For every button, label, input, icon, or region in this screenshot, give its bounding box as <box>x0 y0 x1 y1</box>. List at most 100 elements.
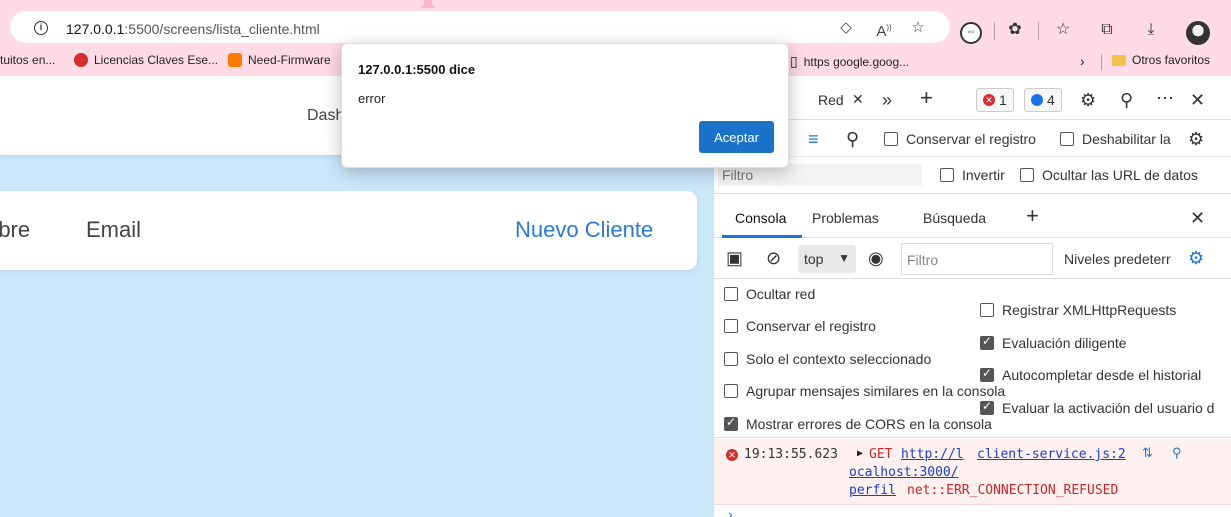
error-icon: ✕ <box>983 94 995 106</box>
checkbox[interactable] <box>980 334 994 350</box>
url-text[interactable]: 127.0.0.1:5500/screens/lista_cliente.htm… <box>66 21 320 37</box>
more-tabs-icon[interactable]: » <box>882 90 892 110</box>
error-url-link[interactable]: http://l <box>901 447 964 462</box>
network-toolbar: ≡ ⚲ Conservar el registro Deshabilitar l… <box>714 121 1231 157</box>
add-tab-icon[interactable]: + <box>920 87 933 109</box>
errors-badge[interactable]: ✕ 1 <box>976 88 1014 112</box>
setting-registrar-xhr[interactable]: Registrar XMLHttpRequests <box>980 302 1176 318</box>
bookmark-item[interactable]: Licencias Claves Ese... <box>74 53 218 67</box>
hide-data-urls-checkbox[interactable]: Ocultar las URL de datos <box>1020 167 1198 183</box>
checkbox[interactable] <box>940 168 954 182</box>
add-favorite-icon[interactable]: ☆ <box>908 19 928 37</box>
error-source-link[interactable]: client-service.js:2 <box>977 447 1126 462</box>
checkbox[interactable] <box>724 415 738 431</box>
error-url-link[interactable]: perfil <box>849 483 896 498</box>
read-aloud-icon[interactable]: A)) <box>874 19 894 41</box>
add-drawer-tab-icon[interactable]: + <box>1026 205 1039 227</box>
drawer-tabbar: Consola Problemas Búsqueda + ✕ <box>714 198 1231 238</box>
address-bar[interactable]: i 127.0.0.1:5500/screens/lista_cliente.h… <box>10 11 950 43</box>
setting-evaluacion-diligente[interactable]: Evaluación diligente <box>980 334 1127 351</box>
checkbox[interactable] <box>1020 168 1034 182</box>
blogger-icon <box>228 53 242 67</box>
checkbox[interactable] <box>724 287 738 301</box>
bookmarks-divider <box>1101 54 1102 70</box>
console-filter-input[interactable]: Filtro <box>901 243 1053 275</box>
console-settings-icon[interactable]: ⚙ <box>1188 248 1204 268</box>
column-header-email: Email <box>86 217 142 242</box>
extension-icon[interactable]: ◦◦ <box>960 22 982 44</box>
checkbox[interactable] <box>724 352 738 366</box>
console-toolbar: ▣ ⊘ top ▼ ◉ Filtro Niveles predeterr ⚙ <box>714 239 1231 279</box>
more-options-icon[interactable]: ⋯ <box>1156 88 1174 108</box>
accept-button[interactable]: Aceptar <box>699 121 774 153</box>
checkbox[interactable] <box>884 132 898 146</box>
error-text: net::ERR_CONNECTION_REFUSED <box>907 483 1119 498</box>
extensions-icon[interactable]: ✿ <box>1004 20 1026 40</box>
checkbox[interactable] <box>980 399 994 415</box>
tab-red[interactable]: Red <box>818 92 844 108</box>
profile-avatar[interactable] <box>1186 21 1210 45</box>
bookmark-item[interactable]: ▯ https google.goog... <box>790 53 909 70</box>
setting-ocultar-red[interactable]: Ocultar red <box>724 286 815 302</box>
other-favorites-folder[interactable]: Otros favoritos <box>1112 53 1210 67</box>
setting-solo-contexto[interactable]: Solo el contexto seleccionado <box>724 351 931 367</box>
devtools-panel: Red ✕ » + ✕ 1 4 ⚙ ⚲ ⋯ ✕ ≡ ⚲ Conservar el … <box>713 80 1231 517</box>
tab-problemas[interactable]: Problemas <box>812 210 879 226</box>
setting-mostrar-cors[interactable]: Mostrar errores de CORS en la consola <box>724 415 992 432</box>
browser-tab[interactable] <box>0 0 424 8</box>
favorites-icon[interactable]: ☆ <box>1052 20 1074 40</box>
folder-icon <box>1112 54 1126 66</box>
console-prompt-chevron-icon[interactable]: › <box>728 506 733 517</box>
setting-activacion-usuario[interactable]: Evaluar la activación del usuario d <box>980 399 1214 416</box>
search-issue-icon[interactable]: ⚲ <box>1172 445 1182 461</box>
invert-checkbox[interactable]: Invertir <box>940 167 1005 183</box>
checkbox[interactable] <box>724 384 738 398</box>
search-icon[interactable]: ⚲ <box>846 129 859 149</box>
checkbox[interactable] <box>724 319 738 333</box>
setting-agrupar-mensajes[interactable]: Agrupar mensajes similares en la consola <box>724 383 1005 399</box>
settings-gear-icon[interactable]: ⚙ <box>1080 90 1096 110</box>
bookmark-item[interactable]: tuitos en... <box>0 53 55 67</box>
network-filter-row: Filtro Invertir Ocultar las URL de datos <box>714 158 1231 194</box>
console-settings-pane: Ocultar red Conservar el registro Solo e… <box>714 280 1231 438</box>
network-request-icon[interactable]: ⇅ <box>1142 445 1153 461</box>
error-url-link[interactable]: ocalhost:3000/ <box>849 465 959 480</box>
live-expression-eye-icon[interactable]: ◉ <box>868 248 884 268</box>
page-icon: ▯ <box>790 53 798 69</box>
filter-icon[interactable]: ≡ <box>808 129 819 149</box>
bookmarks-overflow-chevron-icon[interactable]: › <box>1080 53 1085 69</box>
expand-triangle-icon[interactable]: ▶ <box>857 448 863 459</box>
setting-conservar-registro[interactable]: Conservar el registro <box>724 318 876 334</box>
customize-icon[interactable]: ⚲ <box>1120 90 1133 110</box>
disable-cache-checkbox[interactable]: Deshabilitar la <box>1060 131 1171 147</box>
site-info-icon[interactable]: i <box>34 21 48 35</box>
tab-busqueda[interactable]: Búsqueda <box>923 210 986 226</box>
log-levels-dropdown[interactable]: Niveles predeterr <box>1064 251 1176 267</box>
message-icon <box>1031 94 1043 106</box>
checkbox[interactable] <box>980 303 994 317</box>
setting-autocompletar[interactable]: Autocompletar desde el historial <box>980 366 1201 383</box>
collections-icon[interactable]: ⧉ <box>1096 20 1118 40</box>
browser-tab[interactable] <box>432 0 1231 8</box>
preserve-log-checkbox[interactable]: Conservar el registro <box>884 131 1036 147</box>
bookmark-item[interactable]: Need-Firmware <box>228 53 331 67</box>
messages-badge[interactable]: 4 <box>1024 88 1062 112</box>
checkbox[interactable] <box>980 366 994 382</box>
sidebar-toggle-icon[interactable]: ▣ <box>726 248 743 268</box>
new-client-link[interactable]: Nuevo Cliente <box>515 217 653 243</box>
close-drawer-icon[interactable]: ✕ <box>1190 208 1205 228</box>
downloads-icon[interactable]: ⤓ <box>1140 20 1162 40</box>
context-select[interactable]: top ▼ <box>798 245 856 273</box>
tab-consola[interactable]: Consola <box>735 210 786 226</box>
error-timestamp: 19:13:55.623 <box>744 447 838 462</box>
tag-icon[interactable]: ◇ <box>836 19 856 37</box>
close-tab-icon[interactable]: ✕ <box>852 91 864 108</box>
network-settings-icon[interactable]: ⚙ <box>1188 129 1204 149</box>
active-tab-indicator <box>722 235 802 238</box>
clear-console-icon[interactable]: ⊘ <box>766 248 781 268</box>
clients-table-header: mbre Email Nuevo Cliente <box>0 191 697 270</box>
nav-dashboard-link[interactable]: Dash <box>307 107 344 125</box>
close-devtools-icon[interactable]: ✕ <box>1190 90 1205 110</box>
dropdown-arrow-icon: ▼ <box>838 251 850 265</box>
checkbox[interactable] <box>1060 132 1074 146</box>
